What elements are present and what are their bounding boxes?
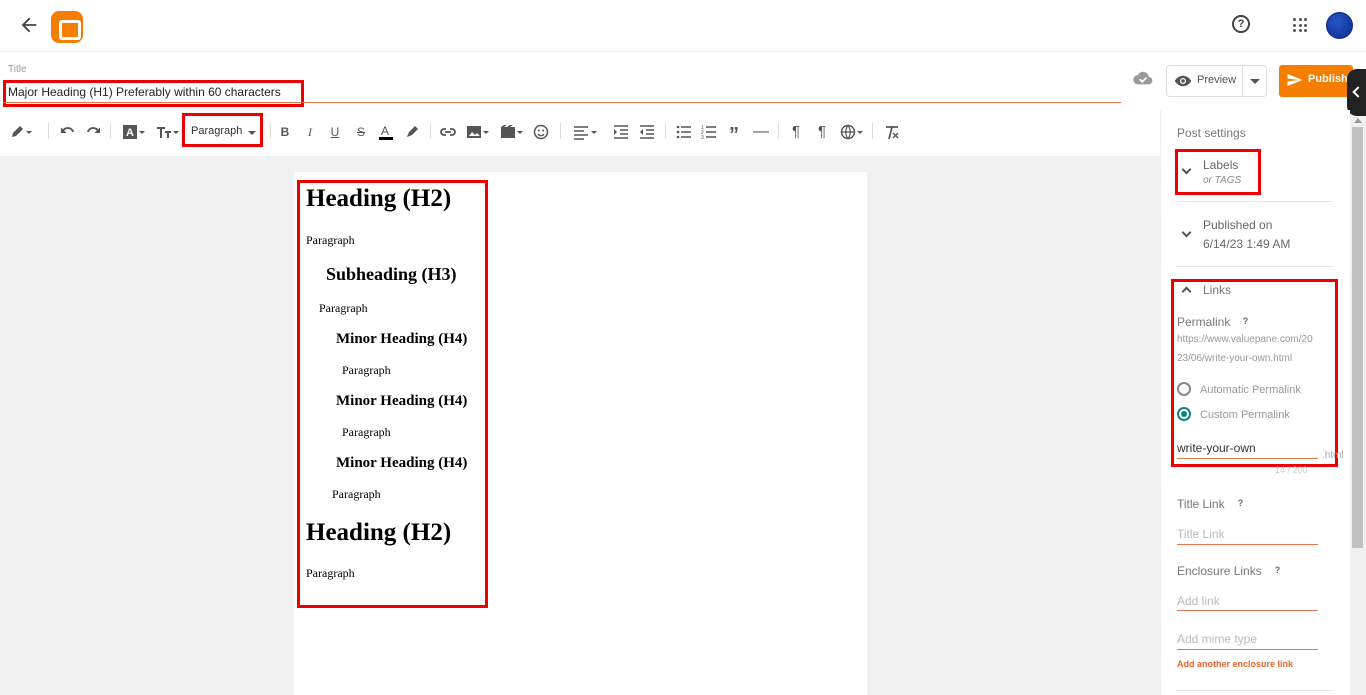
pencil-mode-icon[interactable]: [10, 124, 32, 140]
scroll-up-icon[interactable]: [1354, 118, 1362, 123]
custom-permalink-label[interactable]: Custom Permalink: [1200, 409, 1290, 421]
user-avatar[interactable]: [1326, 12, 1353, 39]
align-icon[interactable]: [573, 124, 599, 140]
emoji-icon[interactable]: [533, 124, 549, 140]
title-label: Title: [8, 64, 27, 75]
bold-icon[interactable]: B: [279, 124, 291, 140]
italic-icon[interactable]: I: [304, 124, 316, 140]
title-link-underline: [1177, 544, 1318, 545]
labels-hint: or TAGS: [1203, 175, 1242, 186]
eye-icon: [1174, 75, 1192, 87]
svg-text:3: 3: [701, 135, 704, 140]
preview-dropdown-icon[interactable]: [1250, 79, 1260, 84]
collapse-sidebar-handle[interactable]: [1347, 69, 1366, 116]
title-link-input[interactable]: Title Link: [1177, 527, 1225, 541]
quote-icon[interactable]: ”: [727, 124, 741, 146]
enclosure-link-input[interactable]: Add link: [1177, 594, 1220, 608]
help-circle-icon[interactable]: ?: [1232, 15, 1250, 33]
send-icon: [1287, 74, 1303, 86]
font-size-icon[interactable]: [155, 124, 179, 140]
published-on-title[interactable]: Published on: [1203, 218, 1272, 232]
link-icon[interactable]: [440, 124, 456, 140]
text-color-icon[interactable]: A: [378, 124, 394, 140]
help-icon[interactable]: ?: [1235, 498, 1246, 509]
title-underline: [3, 102, 1121, 103]
redo-icon[interactable]: [86, 124, 101, 140]
links-section-title[interactable]: Links: [1203, 283, 1231, 297]
svg-text:A: A: [126, 127, 134, 139]
blogger-logo[interactable]: [51, 11, 83, 43]
paragraph-dropdown-icon[interactable]: [248, 131, 256, 135]
highlight-icon[interactable]: [404, 124, 420, 140]
custom-permalink-underline: [1177, 458, 1318, 459]
preview-button[interactable]: Preview: [1166, 65, 1267, 97]
add-enclosure-link[interactable]: Add another enclosure link: [1177, 659, 1293, 669]
numbered-list-icon[interactable]: 123: [701, 124, 717, 140]
svg-text:A: A: [381, 124, 389, 138]
title-input[interactable]: Major Heading (H1) Preferably within 60 …: [8, 85, 281, 99]
post-settings-title: Post settings: [1177, 126, 1246, 140]
published-on-value: 6/14/23 1:49 AM: [1203, 237, 1291, 251]
permalink-char-counter: 14 / 200: [1275, 465, 1308, 475]
permalink-url: https://www.valuepane.com/20: [1177, 334, 1313, 345]
enclosure-links-label: Enclosure Links: [1177, 564, 1262, 578]
custom-permalink-radio[interactable]: [1177, 407, 1191, 421]
strikethrough-icon[interactable]: S: [354, 124, 368, 140]
language-icon[interactable]: [840, 124, 864, 140]
outdent-icon[interactable]: [639, 124, 655, 140]
help-icon[interactable]: ?: [1240, 316, 1251, 327]
labels-section-title[interactable]: Labels: [1203, 158, 1238, 172]
mime-type-input[interactable]: Add mime type: [1177, 632, 1257, 646]
annotation-box-content: [297, 180, 488, 608]
cloud-saved-icon: [1133, 71, 1153, 85]
indent-icon[interactable]: [613, 124, 629, 140]
permalink-url-cont: 23/06/write-your-own.html: [1177, 353, 1293, 364]
clear-format-icon[interactable]: [884, 124, 900, 140]
apps-grid-icon[interactable]: [1293, 18, 1307, 32]
mime-type-underline: [1177, 649, 1318, 650]
annotation-box-links: [1171, 279, 1338, 467]
paragraph-style-select[interactable]: Paragraph: [191, 125, 242, 137]
permalink-label: Permalink: [1177, 315, 1231, 329]
title-link-label: Title Link: [1177, 497, 1225, 511]
automatic-permalink-label[interactable]: Automatic Permalink: [1200, 384, 1301, 396]
undo-icon[interactable]: [60, 124, 75, 140]
custom-permalink-input[interactable]: write-your-own: [1177, 441, 1256, 455]
font-family-icon[interactable]: A: [122, 124, 146, 140]
enclosure-link-underline: [1177, 610, 1318, 611]
rtl-icon[interactable]: ¶: [815, 124, 829, 140]
underline-icon[interactable]: U: [329, 124, 341, 140]
video-icon[interactable]: [500, 124, 524, 140]
image-icon[interactable]: [466, 124, 490, 140]
top-bar: ?: [0, 0, 1366, 52]
permalink-suffix: .html: [1322, 450, 1344, 461]
publish-label: Publish: [1308, 73, 1348, 85]
scrollbar-thumb[interactable]: [1352, 127, 1363, 548]
automatic-permalink-radio[interactable]: [1177, 382, 1191, 396]
preview-label: Preview: [1197, 74, 1237, 86]
bullet-list-icon[interactable]: [676, 124, 692, 140]
arrow-left-icon[interactable]: [18, 14, 40, 36]
help-icon[interactable]: ?: [1272, 565, 1283, 576]
ltr-icon[interactable]: ¶: [789, 124, 803, 140]
publish-button[interactable]: Publish: [1279, 65, 1353, 97]
horizontal-rule-icon[interactable]: —: [753, 124, 769, 140]
